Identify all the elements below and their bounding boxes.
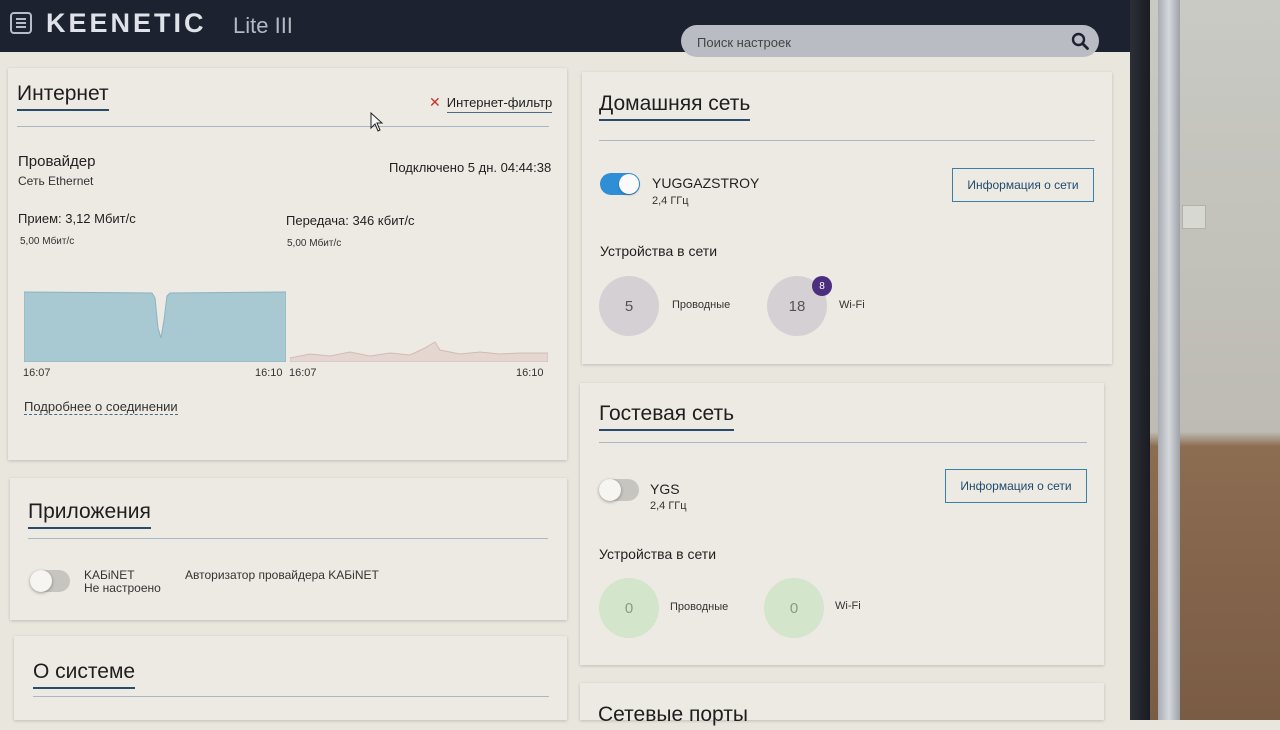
brand-logo: KEENETIC xyxy=(46,8,207,38)
connection-uptime: Подключено 5 дн. 04:44:38 xyxy=(389,160,552,175)
guest-info-button[interactable]: Информация о сети xyxy=(945,469,1087,503)
internet-filter-link[interactable]: ✕ Интернет-фильтр xyxy=(429,94,553,113)
home-info-button[interactable]: Информация о сети xyxy=(952,168,1094,202)
home-wifi-label: Wi-Fi xyxy=(839,299,865,311)
internet-card: Интернет ✕ Интернет-фильтр Провайдер Сеть… xyxy=(8,68,567,460)
router-model: Lite III xyxy=(233,13,293,38)
top-header: KEENETIC Lite III xyxy=(0,0,1130,57)
search-input[interactable] xyxy=(695,30,1059,54)
title-divider xyxy=(17,126,549,127)
title-divider xyxy=(599,140,1095,141)
guest-band: 2,4 ГГц xyxy=(650,500,687,512)
provider-label: Провайдер xyxy=(18,153,96,170)
home-wired-label: Проводные xyxy=(672,299,731,311)
wall-socket xyxy=(1182,205,1206,229)
search-icon[interactable] xyxy=(1071,32,1089,50)
title-divider xyxy=(28,538,548,539)
tx-rate: Передача: 346 кбит/с xyxy=(286,213,415,228)
guest-network-card: Гостевая сеть YGS 2,4 ГГц Информация о с… xyxy=(580,383,1104,665)
app-name: KAБiNET xyxy=(84,568,135,582)
home-ssid: YUGGAZSTROY xyxy=(652,175,760,191)
rx-time-end: 16:10 xyxy=(255,367,283,379)
guest-devices-label: Устройства в сети xyxy=(599,546,717,562)
rx-rate: Прием: 3,12 Мбит/с xyxy=(18,211,136,226)
home-wifi-toggle[interactable] xyxy=(600,173,640,195)
tx-scale: 5,00 Мбит/с xyxy=(287,238,342,249)
guest-ssid: YGS xyxy=(650,481,680,497)
settings-search xyxy=(681,25,1099,57)
guest-wired-count: 0 xyxy=(599,578,659,638)
system-title: О системе xyxy=(33,660,136,689)
app-description: Авторизатор провайдера KAБiNET xyxy=(185,568,379,582)
rx-traffic-chart xyxy=(24,291,286,362)
apps-card: Приложения KAБiNET Не настроено Авториза… xyxy=(10,478,567,620)
internet-filter-label: Интернет-фильтр xyxy=(446,95,553,113)
home-wifi-badge: 8 xyxy=(812,276,832,296)
menu-icon[interactable] xyxy=(10,12,32,34)
tx-time-start: 16:07 xyxy=(289,367,317,379)
kabinet-toggle[interactable] xyxy=(30,570,70,592)
provider-type: Сеть Ethernet xyxy=(18,174,94,188)
mouse-cursor-icon xyxy=(370,112,384,132)
home-band: 2,4 ГГц xyxy=(652,195,689,207)
home-wired-count: 5 xyxy=(599,276,659,336)
guest-wifi-label: Wi-Fi xyxy=(835,600,861,612)
guest-network-title: Гостевая сеть xyxy=(599,402,735,431)
network-ports-card: Сетевые порты xyxy=(580,683,1104,726)
home-network-title: Домашняя сеть xyxy=(599,92,751,121)
title-divider xyxy=(33,696,549,697)
guest-wired-label: Проводные xyxy=(670,601,729,613)
home-network-card: Домашняя сеть YUGGAZSTROY 2,4 ГГц Информ… xyxy=(582,72,1112,364)
app-status: Не настроено xyxy=(84,581,161,595)
tx-traffic-chart xyxy=(290,341,548,362)
guest-wifi-toggle[interactable] xyxy=(599,479,639,501)
rx-time-start: 16:07 xyxy=(23,367,51,379)
room-background xyxy=(1150,0,1280,720)
home-devices-label: Устройства в сети xyxy=(600,243,718,259)
rx-scale: 5,00 Мбит/с xyxy=(20,236,75,247)
internet-title: Интернет xyxy=(17,82,109,111)
connection-details-link[interactable]: Подробнее о соединении xyxy=(24,399,178,415)
title-divider xyxy=(599,442,1087,443)
tx-time-end: 16:10 xyxy=(516,367,544,379)
guest-wifi-count: 0 xyxy=(764,578,824,638)
system-card: О системе xyxy=(14,636,567,720)
filter-off-icon: ✕ xyxy=(429,94,441,110)
monitor-stand xyxy=(1158,0,1180,720)
network-ports-title: Сетевые порты xyxy=(598,703,748,726)
monitor-bezel xyxy=(1130,0,1150,720)
apps-title: Приложения xyxy=(28,500,151,529)
